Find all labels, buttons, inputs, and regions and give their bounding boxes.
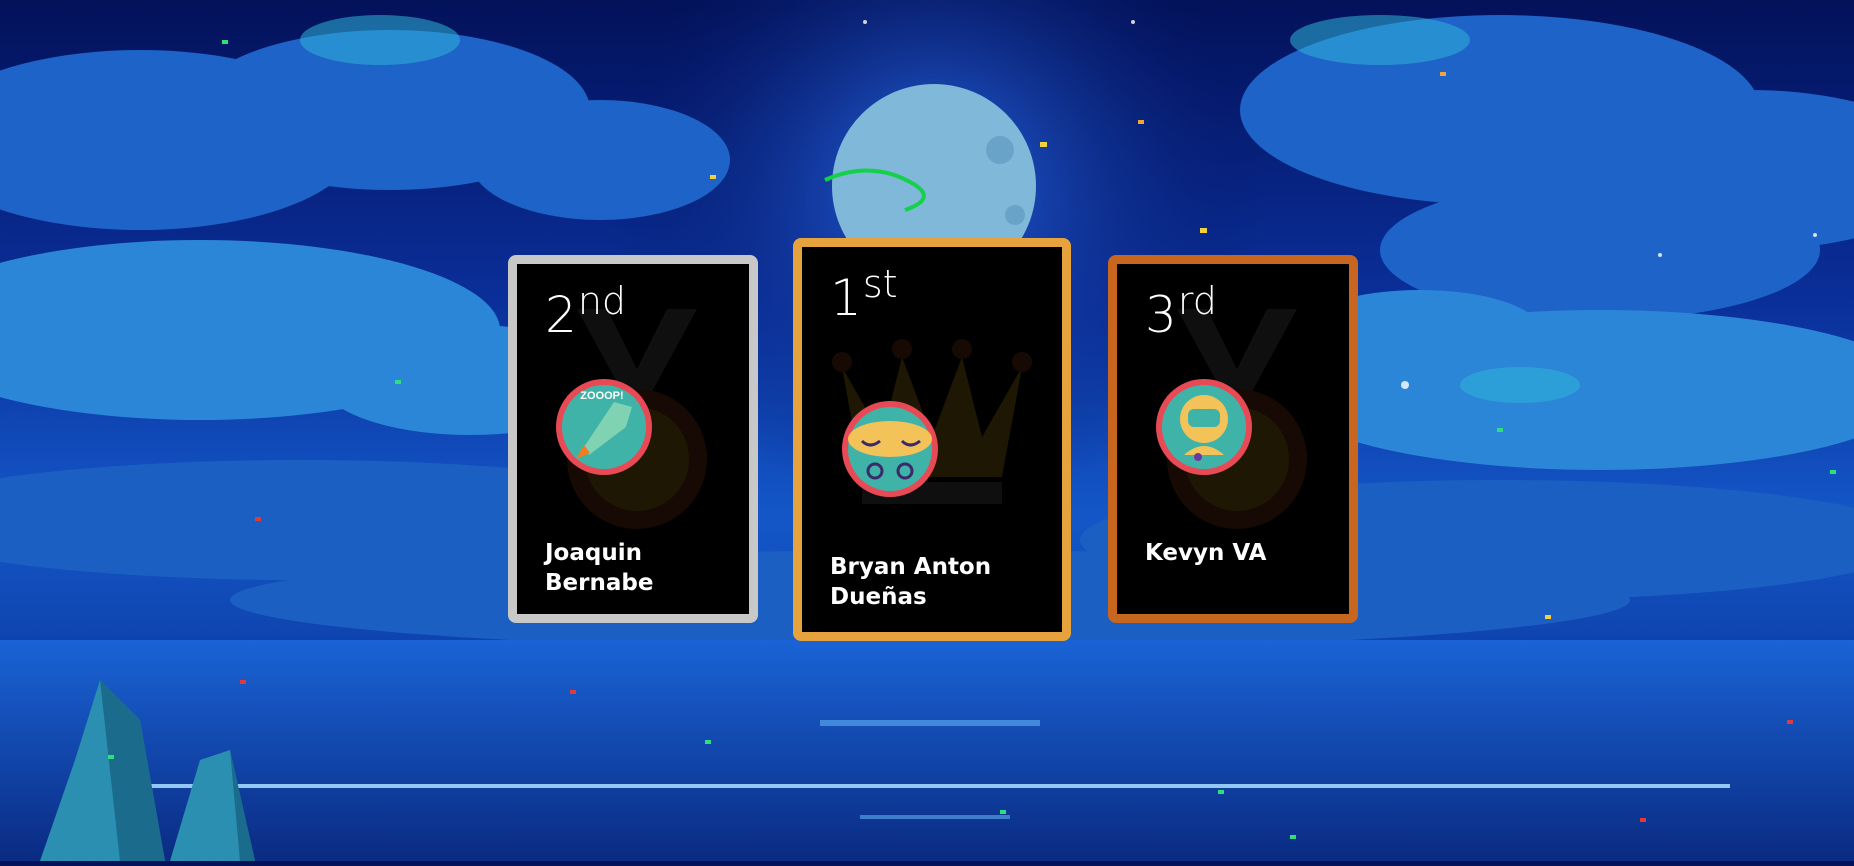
place-label: 2nd [545,279,627,344]
player-name: Joaquin Bernabe [545,540,654,596]
podium-card-first[interactable]: 1st Bryan Anton Dueñas [793,238,1071,641]
svg-text:ZOOOP!: ZOOOP! [580,390,623,402]
podium-card-third[interactable]: 3rd Kevyn VA [1108,255,1358,623]
place-label: 3rd [1145,279,1217,344]
podium-card-second[interactable]: 2nd ZOOOP! Joaquin Bernabe [508,255,758,623]
sleeping-robot-icon [840,399,940,504]
rocket-zooop-icon: ZOOOP! [554,377,654,482]
place-label: 1st [830,262,898,327]
player-name: Bryan Anton Dueñas [830,554,992,610]
player-name: Kevyn VA [1145,540,1267,566]
astronaut-icon [1154,377,1254,482]
